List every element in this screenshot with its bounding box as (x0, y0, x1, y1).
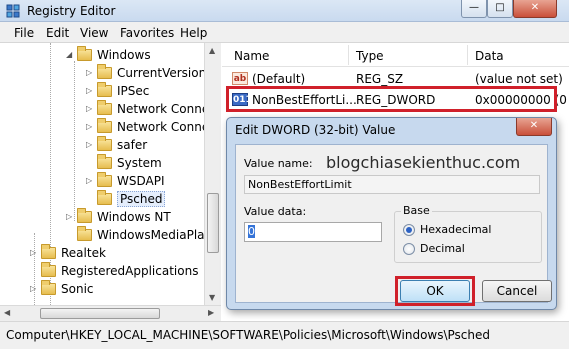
folder-icon (97, 64, 112, 79)
string-value-icon: ab (232, 72, 248, 85)
collapse-arrow-icon[interactable]: ◢ (66, 50, 72, 59)
list-header: Name Type Data (222, 43, 569, 67)
folder-icon (77, 226, 92, 241)
base-label: Base (401, 204, 432, 217)
tree-horizontal-scrollbar[interactable]: ◀ ▶ (0, 305, 221, 321)
scroll-right-icon[interactable]: ▶ (208, 308, 214, 317)
expand-arrow-icon[interactable]: ▷ (86, 176, 92, 185)
menu-bar: File Edit View Favorites Help (0, 22, 569, 43)
decimal-radio[interactable] (403, 243, 415, 255)
value-data-text: 0 (248, 225, 255, 238)
maximize-button[interactable]: □ (487, 0, 513, 18)
folder-icon (77, 46, 92, 61)
registry-tree[interactable]: ◢ Windows ▷ CurrentVersion ▷ IPSec ▷ Net… (0, 43, 221, 321)
folder-icon (41, 262, 56, 277)
dialog-close-button[interactable]: ✕ (516, 118, 552, 136)
scroll-down-icon[interactable]: ▼ (209, 293, 215, 302)
folder-icon (41, 244, 56, 259)
status-bar: Computer\HKEY_LOCAL_MACHINE\SOFTWARE\Pol… (0, 321, 569, 349)
scrollbar-thumb[interactable] (40, 308, 160, 319)
window-title: Registry Editor (27, 4, 116, 18)
tree-vertical-scrollbar[interactable]: ▲ ▼ (204, 43, 221, 305)
folder-icon (77, 208, 92, 223)
folder-icon (97, 136, 112, 151)
expand-arrow-icon[interactable]: ▷ (30, 248, 36, 257)
title-bar: Registry Editor — □ ✕ (0, 0, 569, 22)
registry-editor-icon (6, 4, 20, 18)
folder-icon (97, 172, 112, 187)
folder-open-icon (97, 190, 112, 205)
expand-arrow-icon[interactable]: ▷ (86, 104, 92, 113)
menu-help[interactable]: Help (180, 26, 207, 40)
expand-arrow-icon[interactable]: ▷ (30, 284, 36, 293)
column-type[interactable]: Type (356, 49, 384, 63)
row-highlight-annotation (226, 86, 557, 112)
scroll-left-icon[interactable]: ◀ (4, 308, 10, 317)
folder-icon (97, 100, 112, 115)
column-name[interactable]: Name (234, 49, 269, 63)
expand-arrow-icon[interactable]: ▷ (86, 122, 92, 131)
expand-arrow-icon[interactable]: ▷ (86, 140, 92, 149)
folder-icon (97, 118, 112, 133)
scroll-up-icon[interactable]: ▲ (209, 46, 215, 55)
expand-arrow-icon[interactable]: ▷ (86, 86, 92, 95)
menu-file[interactable]: File (14, 26, 34, 40)
close-button[interactable]: ✕ (513, 0, 557, 18)
decimal-label[interactable]: Decimal (420, 242, 465, 255)
cancel-button[interactable]: Cancel (482, 280, 552, 302)
expand-arrow-icon[interactable]: ▷ (86, 68, 92, 77)
value-name-field: NonBestEffortLimit (244, 175, 540, 194)
base-group: Base Hexadecimal Decimal (394, 204, 542, 263)
folder-icon (97, 154, 112, 169)
menu-edit[interactable]: Edit (46, 26, 69, 40)
expand-arrow-icon[interactable]: ▷ (66, 212, 72, 221)
value-name-label: Value name: (244, 157, 313, 170)
status-path: Computer\HKEY_LOCAL_MACHINE\SOFTWARE\Pol… (6, 328, 491, 342)
scrollbar-thumb[interactable] (207, 193, 219, 253)
dialog-title: Edit DWORD (32-bit) Value (235, 123, 396, 137)
minimize-button[interactable]: — (461, 0, 487, 18)
menu-favorites[interactable]: Favorites (120, 26, 174, 40)
column-data[interactable]: Data (475, 49, 504, 63)
edit-dword-dialog: Edit DWORD (32-bit) Value ✕ Value name: … (226, 117, 557, 310)
hexadecimal-label[interactable]: Hexadecimal (420, 223, 491, 236)
hexadecimal-radio[interactable] (403, 224, 415, 236)
value-data-label: Value data: (244, 205, 307, 218)
folder-icon (41, 280, 56, 295)
menu-view[interactable]: View (80, 26, 108, 40)
value-data-input[interactable]: 0 (244, 222, 382, 242)
folder-icon (97, 82, 112, 97)
ok-highlight-annotation (395, 276, 475, 306)
watermark-text: blogchiasekienthuc.com (326, 153, 521, 172)
